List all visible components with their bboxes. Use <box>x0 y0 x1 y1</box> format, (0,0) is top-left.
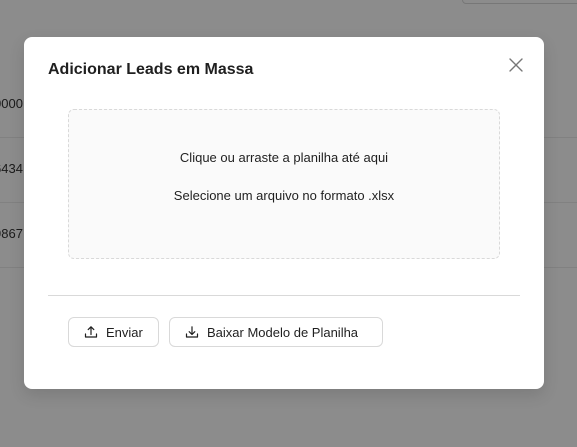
close-icon <box>509 58 523 72</box>
download-template-label: Baixar Modelo de Planilha <box>207 324 359 340</box>
send-button[interactable]: Enviar <box>68 317 159 347</box>
close-button[interactable] <box>506 55 526 75</box>
download-template-button[interactable]: Baixar Modelo de Planilha <box>169 317 383 347</box>
download-icon <box>185 326 199 338</box>
file-dropzone[interactable]: Clique ou arraste a planilha até aqui Se… <box>68 109 500 259</box>
dropzone-hint-text: Selecione um arquivo no formato .xlsx <box>173 188 395 203</box>
divider <box>48 295 520 296</box>
modal-title: Adicionar Leads em Massa <box>48 61 254 78</box>
dropzone-primary-text: Clique ou arraste a planilha até aqui <box>179 150 389 165</box>
send-button-label: Enviar <box>106 324 143 340</box>
upload-icon <box>84 326 98 338</box>
bulk-leads-modal: Adicionar Leads em Massa Clique ou arras… <box>24 37 544 389</box>
